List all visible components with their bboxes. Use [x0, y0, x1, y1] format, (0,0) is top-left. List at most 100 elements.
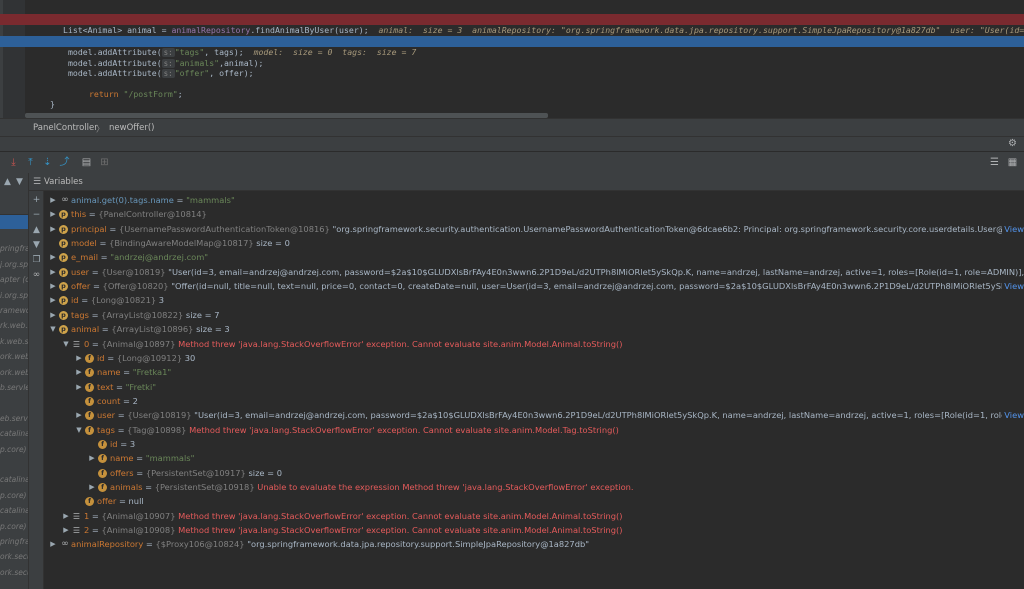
- equals-sign: =: [90, 281, 103, 292]
- breadcrumb-method[interactable]: newOffer(): [109, 123, 154, 133]
- collapse-arrow-icon[interactable]: ▼: [75, 423, 83, 437]
- tree-row[interactable]: ▶ f animals = {PersistentSet@10918} Unable…: [44, 480, 1024, 494]
- frame-item[interactable]: p.core): [0, 445, 28, 458]
- frame-item[interactable]: j.org.sp: [0, 260, 28, 273]
- tree-row[interactable]: ▶ f id = {Long@10912} 30: [44, 351, 1024, 365]
- frame-item[interactable]: ork.securi: [0, 568, 28, 581]
- frame-item[interactable]: ramework: [0, 306, 28, 319]
- variable-value: 2: [132, 395, 138, 406]
- tree-row[interactable]: ▼ p animal = {ArrayList@10896} size = 3: [44, 322, 1024, 336]
- remove-watch-icon[interactable]: −: [31, 210, 42, 221]
- view-link[interactable]: View: [1002, 279, 1024, 294]
- tree-row[interactable]: ▼ ☰ 0 = {Animal@10897} Method threw 'java.…: [44, 337, 1024, 351]
- expand-arrow-icon[interactable]: ▶: [49, 537, 57, 551]
- collapse-arrow-icon[interactable]: ▼: [62, 337, 70, 351]
- frame-item[interactable]: catalina.: [0, 506, 28, 519]
- tree-row[interactable]: ▶ p principal = {UsernamePasswordAuthentic…: [44, 221, 1024, 236]
- frame-item[interactable]: ork.web.w: [0, 368, 28, 381]
- frame-item[interactable]: k.web.se: [0, 337, 28, 350]
- equals-sign: =: [89, 266, 102, 277]
- expand-arrow-icon[interactable]: ▶: [49, 308, 57, 322]
- expand-arrow-icon[interactable]: ▶: [75, 365, 83, 379]
- collapse-arrow-icon[interactable]: ▼: [49, 322, 57, 336]
- expand-arrow-icon[interactable]: ▶: [49, 279, 57, 293]
- variable-type: {Tag@10898}: [127, 424, 190, 435]
- frame-item[interactable]: apter (o: [0, 275, 28, 288]
- expand-arrow-icon[interactable]: ▶: [75, 380, 83, 394]
- restore-layout-icon[interactable]: ▦: [1006, 156, 1019, 169]
- expand-arrow-icon[interactable]: ▶: [49, 250, 57, 264]
- tree-row[interactable]: ▶ p user = {User@10819} "User(id=3, email=…: [44, 265, 1024, 279]
- breadcrumb-class[interactable]: PanelController: [33, 123, 98, 133]
- frame-item[interactable]: pringfram: [0, 244, 28, 257]
- gear-icon[interactable]: ⚙: [1008, 138, 1017, 149]
- tree-row[interactable]: ▶ ∞ animalRepository = {$Proxy106@10824} "…: [44, 537, 1024, 551]
- force-step-into-icon[interactable]: ⇣: [41, 156, 54, 169]
- frame-item[interactable]: catalina.: [0, 475, 28, 488]
- frame-item[interactable]: rk.web.se: [0, 321, 28, 334]
- frame-item[interactable]: p.core): [0, 522, 28, 535]
- trace-icon[interactable]: ⊞: [98, 156, 111, 169]
- frame-item[interactable]: pringfram: [0, 537, 28, 550]
- layout-icon[interactable]: ☰: [988, 156, 1001, 169]
- tree-row[interactable]: ▶ f text = "Fretki": [44, 380, 1024, 394]
- evaluate-expression-icon[interactable]: ▤: [80, 156, 93, 169]
- variable-content: animal.get(0).tags.name = "mammals": [71, 193, 235, 207]
- selected-frame[interactable]: [0, 215, 28, 229]
- frame-item[interactable]: catalina: [0, 429, 28, 442]
- tree-row[interactable]: f offers = {PersistentSet@10917} size = 0: [44, 466, 1024, 480]
- expand-arrow-icon[interactable]: ▶: [49, 293, 57, 307]
- tree-row[interactable]: ▶ f name = "mammals": [44, 451, 1024, 465]
- step-over-icon[interactable]: ⤓: [7, 156, 20, 169]
- frame-item[interactable]: ork.securi: [0, 552, 28, 565]
- variables-tree[interactable]: ▶ ∞ animal.get(0).tags.name = "mammals" ▶ p t…: [44, 191, 1024, 589]
- expand-arrow-icon[interactable]: ▶: [49, 222, 57, 236]
- tree-row[interactable]: ▶ p id = {Long@10821} 3: [44, 293, 1024, 307]
- code-line[interactable]: }: [0, 88, 1024, 109]
- move-up-icon[interactable]: ▲: [31, 225, 42, 236]
- tree-row[interactable]: ▶ p offer = {Offer@10820} "Offer(id=null, …: [44, 279, 1024, 294]
- code-editor[interactable]: List<Animal> animal = animalRepository.f…: [0, 0, 1024, 118]
- expand-arrow-icon[interactable]: ▶: [62, 523, 70, 537]
- tree-row[interactable]: f count = 2: [44, 394, 1024, 408]
- step-out-icon[interactable]: ⤴: [58, 156, 71, 169]
- tree-row[interactable]: ▶ f name = "Fretka1": [44, 365, 1024, 379]
- arrow-up-icon[interactable]: ▲: [4, 177, 11, 187]
- tree-row[interactable]: f offer = null: [44, 494, 1024, 508]
- view-link[interactable]: View: [1002, 221, 1024, 236]
- frame-item[interactable]: b.servlet): [0, 383, 28, 396]
- frame-item[interactable]: i.org.sprin: [0, 291, 28, 304]
- tree-row[interactable]: f id = 3: [44, 437, 1024, 451]
- tree-row[interactable]: ▶ p this = {PanelController@10814}: [44, 207, 1024, 221]
- expand-arrow-icon[interactable]: ▶: [88, 451, 96, 465]
- step-into-icon[interactable]: ⤒: [24, 156, 37, 169]
- tree-row[interactable]: ▶ f user = {User@10819} "User(id=3, email=…: [44, 408, 1024, 423]
- add-watch-icon[interactable]: +: [31, 195, 42, 206]
- frames-panel[interactable]: ▲ ▼ pringfram j.org.sp apter (o i.org.sprin…: [0, 173, 29, 589]
- expand-arrow-icon[interactable]: ▶: [49, 265, 57, 279]
- expand-arrow-icon[interactable]: ▶: [62, 509, 70, 523]
- tree-row[interactable]: ▶ ☰ 1 = {Animal@10907} Method threw 'java.…: [44, 509, 1024, 523]
- view-link[interactable]: View: [1002, 408, 1024, 423]
- tree-row[interactable]: ▼ f tags = {Tag@10898} Method threw 'java.…: [44, 423, 1024, 437]
- expand-arrow-icon[interactable]: ▶: [49, 207, 57, 221]
- copy-icon[interactable]: ❐: [31, 255, 42, 266]
- expand-arrow-icon[interactable]: ▶: [75, 351, 83, 365]
- code-line-current[interactable]: model.addAttribute(s: "tags", tags); mode…: [0, 36, 1024, 57]
- code-line[interactable]: model.addAttribute(s: "offer", offer);: [0, 57, 1024, 78]
- tree-row[interactable]: ▶ p tags = {ArrayList@10822} size = 7: [44, 308, 1024, 322]
- expand-arrow-icon[interactable]: ▶: [75, 408, 83, 422]
- expand-arrow-icon[interactable]: ▶: [49, 193, 57, 207]
- tree-row[interactable]: ▶ ∞ animal.get(0).tags.name = "mammals": [44, 193, 1024, 207]
- filter-icon[interactable]: ▼: [16, 177, 23, 187]
- frame-item[interactable]: ork.web.se: [0, 352, 28, 365]
- show-watches-icon[interactable]: ∞: [31, 270, 42, 281]
- expand-arrow-icon[interactable]: ▶: [88, 480, 96, 494]
- tree-row[interactable]: ▶ ☰ 2 = {Animal@10908} Method threw 'java.…: [44, 523, 1024, 537]
- code-line-breakpoint[interactable]: List<Animal> animal = animalRepository.f…: [0, 14, 1024, 35]
- frame-item[interactable]: eb.servlet: [0, 414, 28, 427]
- move-down-icon[interactable]: ▼: [31, 240, 42, 251]
- tree-row[interactable]: ▶ p e_mail = "andrzej@andrzej.com": [44, 250, 1024, 264]
- tree-row[interactable]: p model = {BindingAwareModelMap@10817} si…: [44, 236, 1024, 250]
- frame-item[interactable]: p.core): [0, 491, 28, 504]
